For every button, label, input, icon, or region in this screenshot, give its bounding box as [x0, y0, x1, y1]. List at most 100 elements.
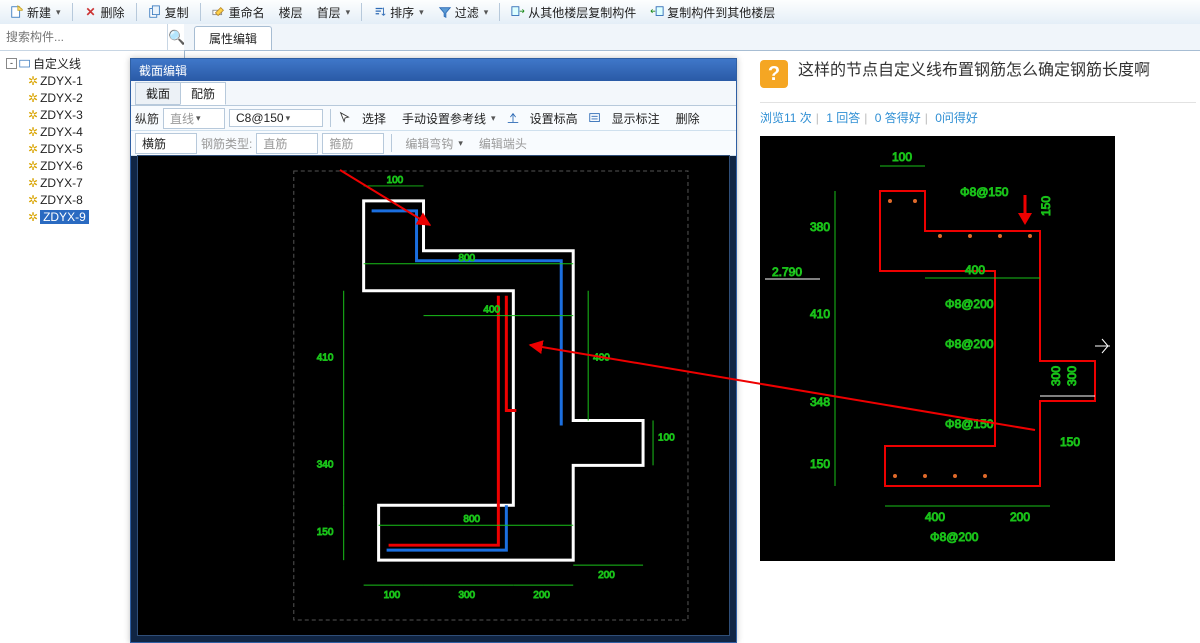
- collapse-icon[interactable]: -: [6, 58, 17, 69]
- tab-section[interactable]: 截面: [135, 82, 181, 105]
- search-bar: 🔍: [0, 24, 184, 51]
- straight-bar-button[interactable]: 直筋: [256, 133, 318, 154]
- tab-rebar[interactable]: 配筋: [180, 82, 226, 105]
- show-annotation-button[interactable]: 显示标注: [606, 108, 666, 129]
- dropdown-icon: ▾: [419, 7, 424, 18]
- section-editor-titlebar[interactable]: 截面编辑: [131, 59, 736, 81]
- svg-text:Φ8@200: Φ8@200: [945, 297, 994, 311]
- set-elevation-button[interactable]: 设置标高: [524, 108, 584, 129]
- svg-text:2.790: 2.790: [772, 265, 802, 279]
- tree-root-label: 自定义线: [33, 55, 81, 72]
- rebar-spec-value: C8@150: [236, 111, 284, 125]
- gear-icon: ✲: [28, 159, 38, 173]
- main-tabstrip: 属性编辑: [184, 24, 1200, 51]
- manual-refline-label: 手动设置参考线: [402, 110, 486, 127]
- transverse-button[interactable]: 横筋: [135, 133, 197, 154]
- svg-text:200: 200: [533, 590, 550, 601]
- section-drawing: 100 800 410 340 150 400 400 100 200 800 …: [138, 156, 729, 635]
- tree-item-label: ZDYX-5: [40, 142, 83, 156]
- new-label: 新建: [27, 4, 51, 21]
- separator: [391, 134, 392, 152]
- copy-button[interactable]: 复制: [142, 2, 195, 23]
- filter-label: 过滤: [455, 4, 479, 21]
- gear-icon: ✲: [28, 210, 38, 224]
- select-button[interactable]: 选择: [356, 108, 392, 129]
- search-input[interactable]: [0, 30, 167, 44]
- rebar-toolbar-2: 横筋 钢筋类型: 直筋 箍筋 编辑弯钩 ▾ 编辑端头: [131, 131, 736, 156]
- svg-text:340: 340: [317, 459, 334, 470]
- edit-end-label: 编辑端头: [479, 135, 527, 152]
- gear-icon: ✲: [28, 74, 38, 88]
- svg-text:300: 300: [458, 590, 475, 601]
- section-editor-tabs: 截面 配筋: [131, 81, 736, 106]
- search-icon: 🔍: [168, 29, 185, 46]
- dropdown-icon: ▾: [56, 7, 61, 18]
- question-mark-icon: ?: [760, 60, 788, 88]
- stirrup-button[interactable]: 箍筋: [322, 133, 384, 154]
- tab-section-label: 截面: [146, 87, 170, 101]
- floor-button[interactable]: 楼层: [273, 2, 309, 23]
- svg-text:150: 150: [810, 457, 830, 471]
- linetype-dropdown[interactable]: 直线 ▾: [163, 108, 225, 129]
- svg-text:400: 400: [483, 305, 500, 316]
- elevation-icon: [506, 111, 520, 125]
- delete-rebar-button[interactable]: 删除: [670, 108, 706, 129]
- gear-icon: ✲: [28, 193, 38, 207]
- svg-text:410: 410: [810, 307, 830, 321]
- main-toolbar: 新建 ▾ ✕ 删除 复制 重命名 楼层 首层▾ 排序▾ 过滤 ▾ 从其他楼层复制构件…: [0, 0, 1200, 25]
- good-question-count[interactable]: 0问得好: [935, 111, 978, 125]
- tree-item-label: ZDYX-9: [40, 210, 89, 224]
- rebar-spec-input[interactable]: C8@150 ▾: [229, 109, 323, 127]
- svg-text:800: 800: [458, 253, 475, 264]
- floor-label: 楼层: [279, 4, 303, 21]
- reference-drawing: 100 Φ8@150 380 410 348 150 2.790 400 Φ8@…: [760, 136, 1115, 561]
- good-answer-count[interactable]: 0 答得好: [875, 111, 921, 125]
- manual-refline-button[interactable]: 手动设置参考线 ▾: [396, 108, 502, 129]
- tree-item-label: ZDYX-1: [40, 74, 83, 88]
- new-button[interactable]: 新建 ▾: [4, 2, 67, 23]
- edit-hook-label: 编辑弯钩: [405, 135, 453, 152]
- edit-end-button[interactable]: 编辑端头: [473, 133, 533, 154]
- dropdown-icon: ▾: [458, 138, 463, 149]
- question-title: 这样的节点自定义线布置钢筋怎么确定钢筋长度啊: [798, 60, 1150, 82]
- svg-text:348: 348: [810, 395, 830, 409]
- svg-text:100: 100: [892, 150, 912, 164]
- dropdown-icon: ▾: [346, 7, 351, 18]
- rename-label: 重命名: [229, 4, 265, 21]
- first-floor-dropdown[interactable]: 首层▾: [311, 2, 357, 23]
- annotation-icon: [588, 111, 602, 125]
- dropdown-icon: ▾: [484, 7, 489, 18]
- answers-count[interactable]: 1 回答: [826, 111, 860, 125]
- section-editor-title: 截面编辑: [139, 62, 187, 79]
- reference-image: 100 Φ8@150 380 410 348 150 2.790 400 Φ8@…: [760, 136, 1115, 561]
- show-annotation-label: 显示标注: [612, 110, 660, 127]
- section-canvas[interactable]: 100 800 410 340 150 400 400 100 200 800 …: [137, 155, 730, 636]
- search-button[interactable]: 🔍: [167, 24, 185, 50]
- folder-icon: [19, 58, 31, 70]
- svg-text:400: 400: [925, 510, 945, 524]
- sort-button[interactable]: 排序▾: [367, 2, 430, 23]
- copy-to-other-button[interactable]: 复制构件到其他楼层: [644, 2, 781, 23]
- straight-bar-label: 直筋: [263, 135, 287, 152]
- svg-text:Φ8@200: Φ8@200: [945, 337, 994, 351]
- copy-from-other-button[interactable]: 从其他楼层复制构件: [505, 2, 642, 23]
- delete-label: 删除: [101, 4, 125, 21]
- linetype-value: 直线: [170, 110, 194, 127]
- filter-button[interactable]: 过滤 ▾: [432, 2, 495, 23]
- edit-hook-button[interactable]: 编辑弯钩 ▾: [399, 133, 469, 154]
- rename-button[interactable]: 重命名: [206, 2, 271, 23]
- svg-text:Φ8@200: Φ8@200: [930, 530, 979, 544]
- delete-button[interactable]: ✕ 删除: [78, 2, 131, 23]
- separator: [499, 3, 500, 21]
- filter-icon: [438, 5, 452, 19]
- views-count: 浏览11 次: [760, 111, 812, 125]
- tab-property-edit[interactable]: 属性编辑: [194, 26, 272, 50]
- svg-text:380: 380: [810, 220, 830, 234]
- svg-text:300: 300: [1065, 366, 1079, 386]
- dropdown-icon: ▾: [196, 113, 201, 124]
- copy-label: 复制: [165, 4, 189, 21]
- new-icon: [10, 5, 24, 19]
- set-elevation-label: 设置标高: [530, 110, 578, 127]
- svg-text:100: 100: [387, 175, 404, 186]
- copy-icon: [148, 5, 162, 19]
